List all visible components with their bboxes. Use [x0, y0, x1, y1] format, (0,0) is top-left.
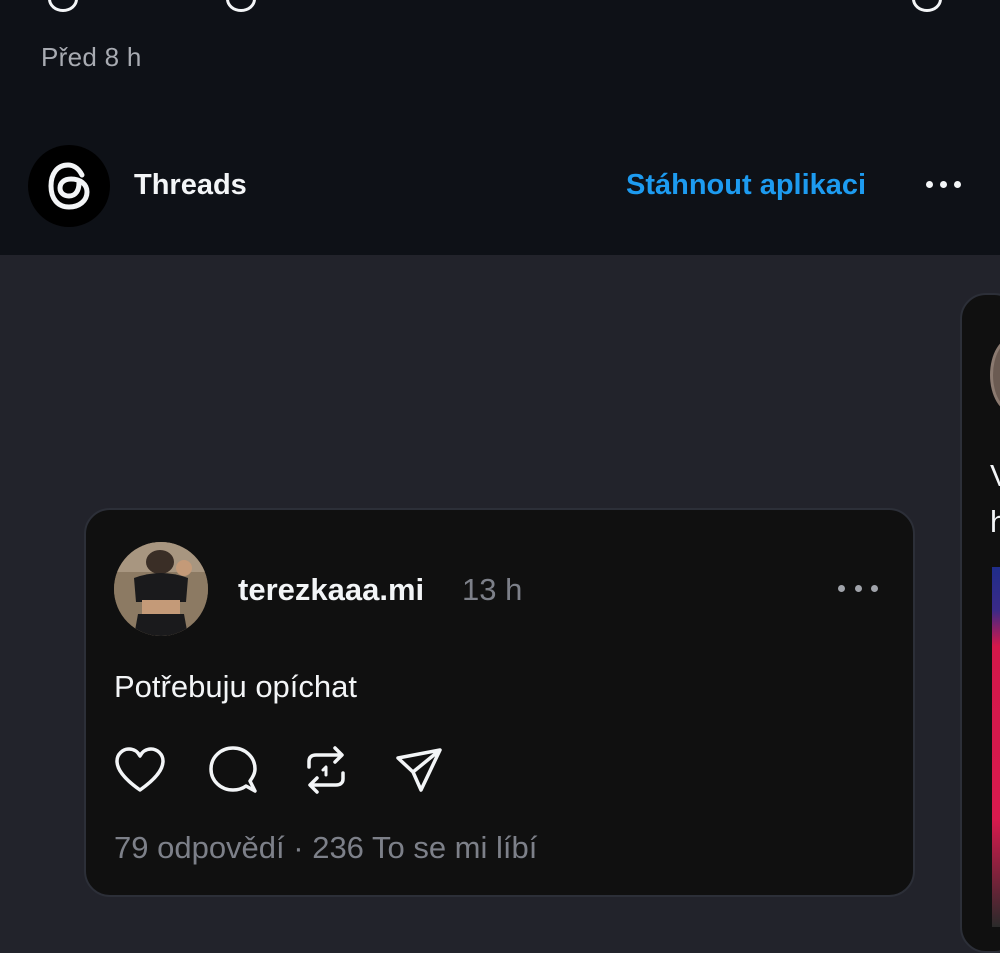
story-header-area: Před 8 h Threads Stáhnout aplikaci	[0, 0, 1000, 255]
comment-icon[interactable]	[207, 744, 259, 796]
thread-post-card[interactable]: terezkaaa.mi 13 h Potřebuju opíchat 79 o…	[84, 508, 915, 897]
repost-icon[interactable]	[300, 744, 352, 796]
threads-logo-icon[interactable]	[28, 145, 110, 227]
avatar	[990, 337, 1000, 413]
next-post-text: V h	[990, 453, 1000, 545]
next-post-image	[992, 567, 1000, 927]
download-app-link[interactable]: Stáhnout aplikaci	[626, 169, 866, 202]
avatar[interactable]	[114, 542, 208, 636]
next-post-card-peek[interactable]: V h	[960, 293, 1000, 953]
post-username[interactable]: terezkaaa.mi	[238, 572, 424, 608]
avatar-photo	[114, 542, 208, 636]
threads-header: Threads Stáhnout aplikaci	[0, 145, 1000, 229]
brand-name: Threads	[134, 169, 247, 201]
close-icon[interactable]	[912, 0, 942, 12]
top-toolbar-icons	[0, 0, 1000, 12]
post-text: Potřebuju opíchat	[114, 669, 358, 704]
post-age: 13 h	[462, 572, 523, 607]
back-icon[interactable]	[48, 0, 78, 12]
comment-icon[interactable]	[226, 0, 256, 12]
post-more-icon[interactable]	[838, 578, 878, 598]
next-post-text-line2: h	[990, 504, 1000, 539]
post-stats[interactable]: 79 odpovědí · 236 To se mi líbí	[114, 830, 537, 866]
threads-logo-glyph	[48, 162, 90, 210]
heart-icon[interactable]	[114, 744, 166, 796]
next-post-text-line1: V	[990, 458, 1000, 493]
more-options-icon[interactable]	[918, 169, 968, 199]
story-time: Před 8 h	[41, 42, 142, 72]
share-icon[interactable]	[393, 744, 445, 796]
